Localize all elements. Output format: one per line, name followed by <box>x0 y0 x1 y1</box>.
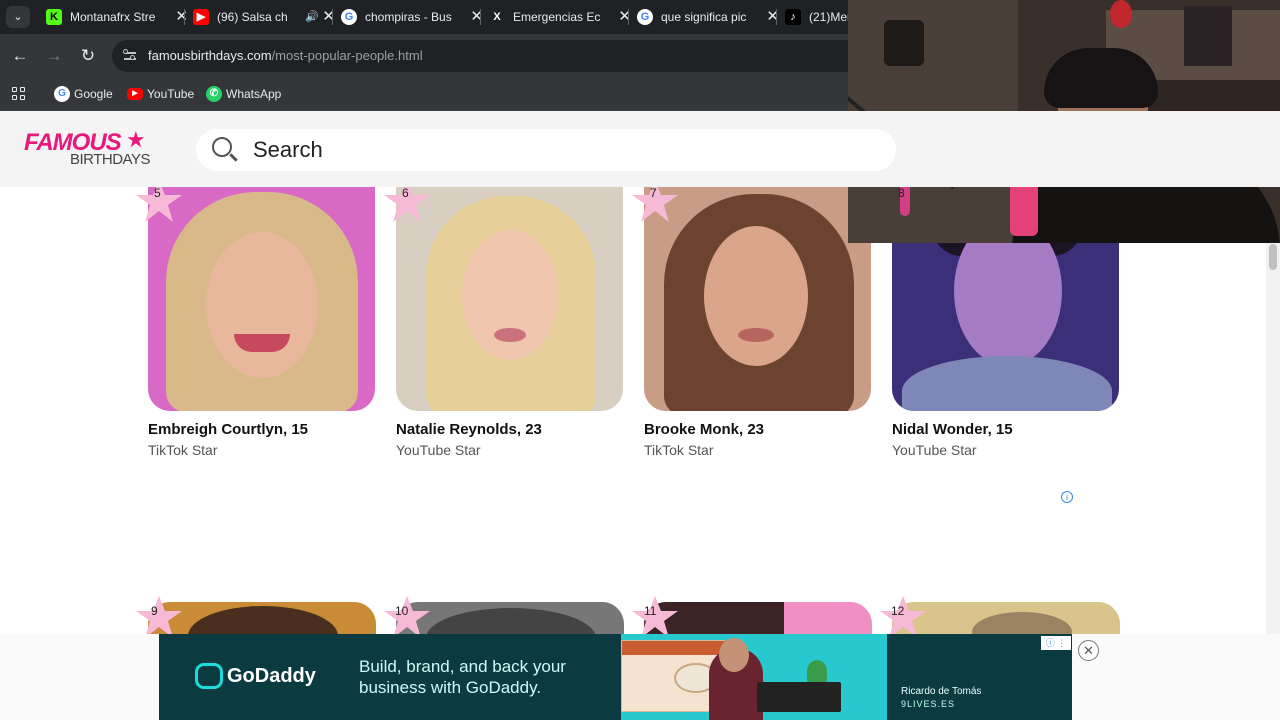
url-path: /most-popular-people.html <box>271 48 423 63</box>
tab-0[interactable]: K Montanafrx Stre ✕ <box>46 4 194 30</box>
tab-title: Montanafrx Stre <box>70 10 156 24</box>
url-host: famousbirthdays.com <box>148 48 272 63</box>
ad-credit-name: Ricardo de Tomás <box>901 686 982 697</box>
search-icon <box>212 137 238 163</box>
tab-title: chompiras - Bus <box>365 10 452 24</box>
speaker-icon[interactable]: 🔊 <box>305 4 319 30</box>
google-icon: G <box>637 9 653 25</box>
back-arrow-icon[interactable]: ← <box>8 44 32 68</box>
person-profession: YouTube Star <box>396 442 481 458</box>
close-icon[interactable]: ✕ <box>322 4 335 30</box>
url-text[interactable]: famousbirthdays.com/most-popular-people.… <box>148 48 423 63</box>
tab-1[interactable]: ▶ (96) Salsa ch 🔊 ✕ <box>193 4 341 30</box>
apps-grid-icon[interactable] <box>12 87 26 101</box>
tab-search-chevron-icon[interactable]: ⌄ <box>6 6 30 28</box>
godaddy-ad-banner[interactable]: GoDaddy Build, brand, and back your busi… <box>159 634 1072 720</box>
close-icon[interactable]: ✕ <box>618 4 631 30</box>
search-placeholder: Search <box>253 137 323 162</box>
kick-icon: K <box>46 9 62 25</box>
ad-choices-icon[interactable]: ⓘ ⋮ <box>1041 636 1071 650</box>
star-icon: ★ <box>126 127 146 152</box>
forward-arrow-icon[interactable]: → <box>42 44 66 68</box>
person-name[interactable]: Natalie Reynolds, 23 <box>396 421 542 438</box>
tab-title: (21)Men <box>809 10 849 24</box>
tab-4[interactable]: G que significa pic ✕ <box>637 4 785 30</box>
ad-brand: GoDaddy <box>227 665 316 687</box>
ad-close-icon[interactable]: ✕ <box>1078 640 1099 661</box>
close-icon[interactable]: ✕ <box>470 4 483 30</box>
person-name[interactable]: Embreigh Courtlyn, 15 <box>148 421 308 438</box>
site-header: FAMOUS ★ BIRTHDAYS Search <box>0 111 1280 187</box>
ad-headline: Build, brand, and back your business wit… <box>359 657 566 697</box>
person-name[interactable]: Brooke Monk, 23 <box>644 421 764 438</box>
person-profession: YouTube Star <box>892 442 977 458</box>
person-profession: TikTok Star <box>148 442 218 458</box>
person-profession: TikTok Star <box>644 442 714 458</box>
tab-title: (96) Salsa ch <box>217 10 288 24</box>
rank-number: 6 <box>402 186 409 200</box>
tiktok-icon: ♪ <box>785 9 801 25</box>
bookmark-youtube[interactable]: ▶ YouTube <box>127 84 194 104</box>
whatsapp-icon: ✆ <box>206 86 222 102</box>
tab-3[interactable]: X Emergencias Ec ✕ <box>489 4 637 30</box>
tab-title: que significa pic <box>661 10 747 24</box>
rank-number: 12 <box>891 604 905 618</box>
tab-title: Emergencias Ec <box>513 10 601 24</box>
tab-separator <box>332 9 333 25</box>
reload-icon[interactable]: ↻ <box>76 44 100 68</box>
close-icon[interactable]: ✕ <box>766 4 779 30</box>
rank-number: 10 <box>395 604 409 618</box>
ad-credit-brand: 9LIVES.ES <box>901 699 956 709</box>
rank-number: 5 <box>154 186 161 200</box>
logo-line2: BIRTHDAYS <box>70 151 150 168</box>
scrollbar-thumb[interactable] <box>1269 244 1277 270</box>
tab-2[interactable]: G chompiras - Bus ✕ <box>341 4 489 30</box>
close-icon[interactable]: ✕ <box>175 4 188 30</box>
rank-number: 8 <box>898 186 905 200</box>
ad-info-icon[interactable]: i <box>1061 491 1073 503</box>
tab-separator <box>184 9 185 25</box>
tab-separator <box>480 9 481 25</box>
google-icon: G <box>341 9 357 25</box>
bookmark-label: Google <box>74 87 113 101</box>
rank-number: 7 <box>650 186 657 200</box>
famous-birthdays-logo[interactable]: FAMOUS ★ BIRTHDAYS <box>22 127 162 169</box>
search-input[interactable]: Search <box>196 129 896 171</box>
bookmark-google[interactable]: G Google <box>54 84 113 104</box>
youtube-icon: ▶ <box>127 88 143 100</box>
x-icon: X <box>489 9 505 25</box>
bookmark-label: YouTube <box>147 87 195 101</box>
tab-separator <box>776 9 777 25</box>
bookmark-label: WhatsApp <box>226 87 282 101</box>
bookmark-whatsapp[interactable]: ✆ WhatsApp <box>206 84 281 104</box>
tab-5[interactable]: ♪ (21)Men <box>785 4 849 30</box>
rank-number: 9 <box>151 604 158 618</box>
godaddy-logo-icon <box>195 663 223 689</box>
google-icon: G <box>54 86 70 102</box>
youtube-icon: ▶ <box>193 9 209 25</box>
person-name[interactable]: Nidal Wonder, 15 <box>892 421 1013 438</box>
site-info-icon[interactable] <box>122 48 138 64</box>
rank-number: 11 <box>644 604 657 618</box>
ad-image <box>621 634 887 720</box>
tab-separator <box>628 9 629 25</box>
